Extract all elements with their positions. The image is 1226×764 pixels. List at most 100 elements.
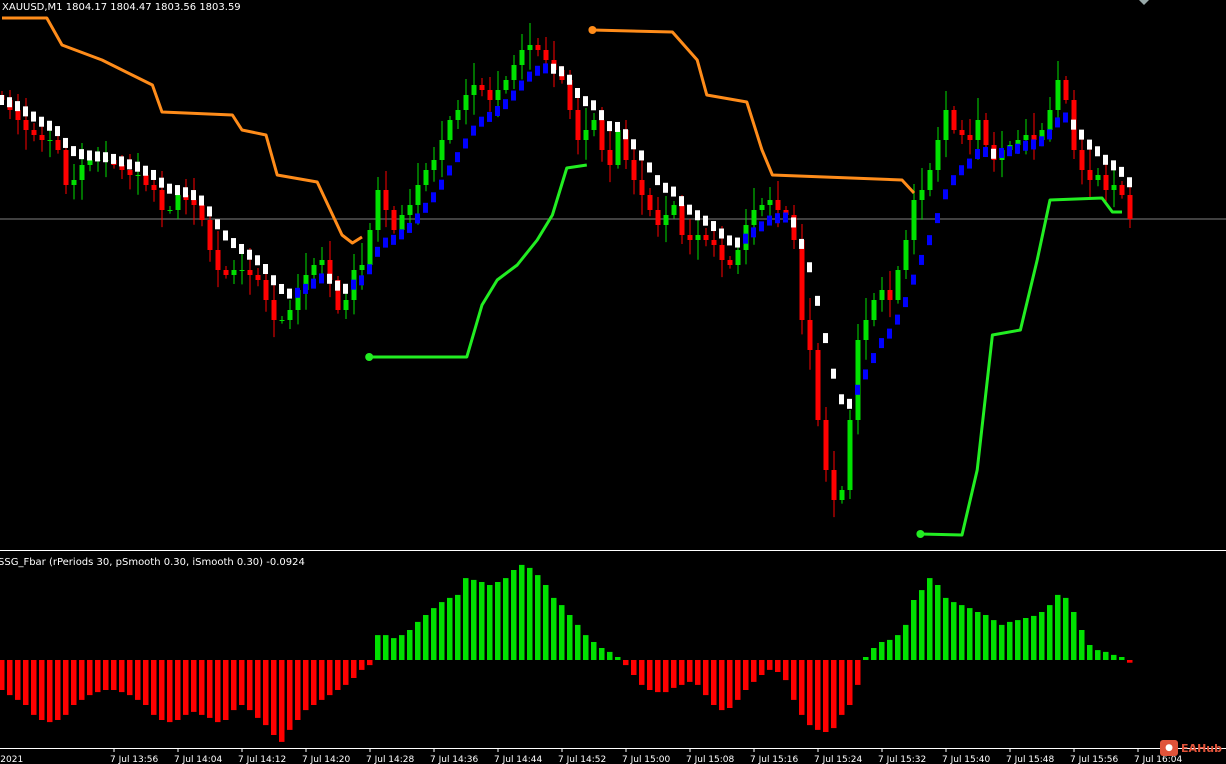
candle-body xyxy=(711,240,717,245)
center-line-segment xyxy=(359,275,364,286)
histogram-bar xyxy=(527,567,533,660)
candle-body xyxy=(751,210,757,225)
center-line-segment xyxy=(615,121,620,132)
histogram-bar xyxy=(439,602,445,660)
histogram-bar xyxy=(927,578,933,660)
time-tick-label: 7 Jul 14:28 xyxy=(366,755,415,764)
center-line-segment xyxy=(687,204,692,215)
histogram-bar xyxy=(31,660,37,715)
candle-body xyxy=(31,130,37,135)
candle-body xyxy=(855,340,861,420)
histogram-bar xyxy=(487,585,493,660)
center-line-segment xyxy=(383,237,388,248)
histogram-bar xyxy=(463,578,469,660)
candle-body xyxy=(71,180,77,185)
center-line-segment xyxy=(887,328,892,339)
histogram-bar xyxy=(591,642,597,660)
center-line-segment xyxy=(103,152,108,163)
center-line-segment xyxy=(71,146,76,157)
histogram-bar xyxy=(1071,612,1077,660)
lower-stop-start-dot xyxy=(916,530,925,538)
center-line-segment xyxy=(487,111,492,122)
center-line-segment xyxy=(87,150,92,161)
price-chart[interactable]: 7 Jul 2021 7 Jul 13:56 7 Jul 14:04 7 Jul 14… xyxy=(0,0,1226,764)
histogram-bar xyxy=(471,579,477,660)
center-line-segment xyxy=(415,213,420,224)
histogram-bar xyxy=(887,639,893,660)
candle-body xyxy=(871,300,877,320)
histogram-bar xyxy=(911,600,917,660)
histogram-bar xyxy=(367,660,373,666)
candle-body xyxy=(807,320,813,350)
center-line-segment xyxy=(223,230,228,241)
histogram-bar xyxy=(935,585,941,660)
histogram-bar xyxy=(703,660,709,696)
histogram-bar xyxy=(623,660,629,666)
histogram-bar xyxy=(599,648,605,660)
center-line-segment xyxy=(991,148,996,159)
center-line-segment xyxy=(367,264,372,275)
histogram-bar xyxy=(975,612,981,660)
center-line-segment xyxy=(127,159,132,170)
candle-body xyxy=(439,140,445,160)
histogram-bar xyxy=(687,660,693,682)
candle-body xyxy=(175,195,181,210)
candle-body xyxy=(607,150,613,165)
candle-body xyxy=(583,130,589,140)
histogram-bar xyxy=(551,597,557,660)
candle-body xyxy=(39,135,45,140)
candle-body xyxy=(527,45,533,50)
histogram-bar xyxy=(671,660,677,688)
indicator-title: SSG_Fbar (rPeriods 30, pSmooth 0.30, iSm… xyxy=(0,557,305,568)
histogram-bar xyxy=(1103,651,1109,660)
candle-body xyxy=(47,140,53,141)
candle-body xyxy=(495,90,501,100)
histogram-bar xyxy=(127,660,133,696)
center-line-segment xyxy=(663,182,668,193)
center-line-segment xyxy=(1079,129,1084,140)
candle-body xyxy=(935,140,941,170)
center-line-segment xyxy=(247,249,252,260)
candle-body xyxy=(503,80,509,90)
histogram-bar xyxy=(255,660,261,718)
center-line-segment xyxy=(31,111,36,122)
candle-body xyxy=(191,200,197,205)
time-tick-label: 7 Jul 15:56 xyxy=(1070,755,1119,764)
candle-body xyxy=(1023,135,1029,140)
histogram-bar xyxy=(871,648,877,660)
center-line-segment xyxy=(303,283,308,294)
center-line-segment xyxy=(751,227,756,238)
time-tick-label: 7 Jul 14:44 xyxy=(494,755,543,764)
center-line-segment xyxy=(583,96,588,107)
center-line-segment xyxy=(287,288,292,299)
histogram-bar xyxy=(343,660,349,685)
center-line-segment xyxy=(351,279,356,290)
histogram-bar xyxy=(535,575,541,660)
center-line-segment xyxy=(855,384,860,395)
histogram-bar xyxy=(271,660,277,735)
chart-shift-marker-icon[interactable] xyxy=(1139,0,1149,5)
histogram-bar xyxy=(1007,621,1013,660)
candle-body xyxy=(127,170,133,175)
histogram-bar xyxy=(511,570,517,660)
histogram-bar xyxy=(247,660,253,711)
histogram-bar xyxy=(47,660,53,723)
histogram-bar xyxy=(847,660,853,705)
histogram-bar xyxy=(135,660,141,700)
center-line-segment xyxy=(39,116,44,127)
candle-body xyxy=(535,45,541,50)
histogram-bar xyxy=(751,660,757,682)
center-line-segment xyxy=(311,278,316,289)
histogram-bar xyxy=(759,660,765,675)
histogram-bar xyxy=(615,657,621,660)
histogram-bar xyxy=(655,660,661,693)
candle-body xyxy=(1087,170,1093,180)
time-tick-label: 7 Jul 14:12 xyxy=(238,755,286,764)
center-line-segment xyxy=(191,190,196,201)
robot-icon: ● xyxy=(1160,740,1179,756)
candle-body xyxy=(231,270,237,275)
histogram-bar xyxy=(631,660,637,675)
candle-body xyxy=(823,420,829,470)
candle-body xyxy=(87,160,93,165)
center-line-segment xyxy=(95,151,100,162)
